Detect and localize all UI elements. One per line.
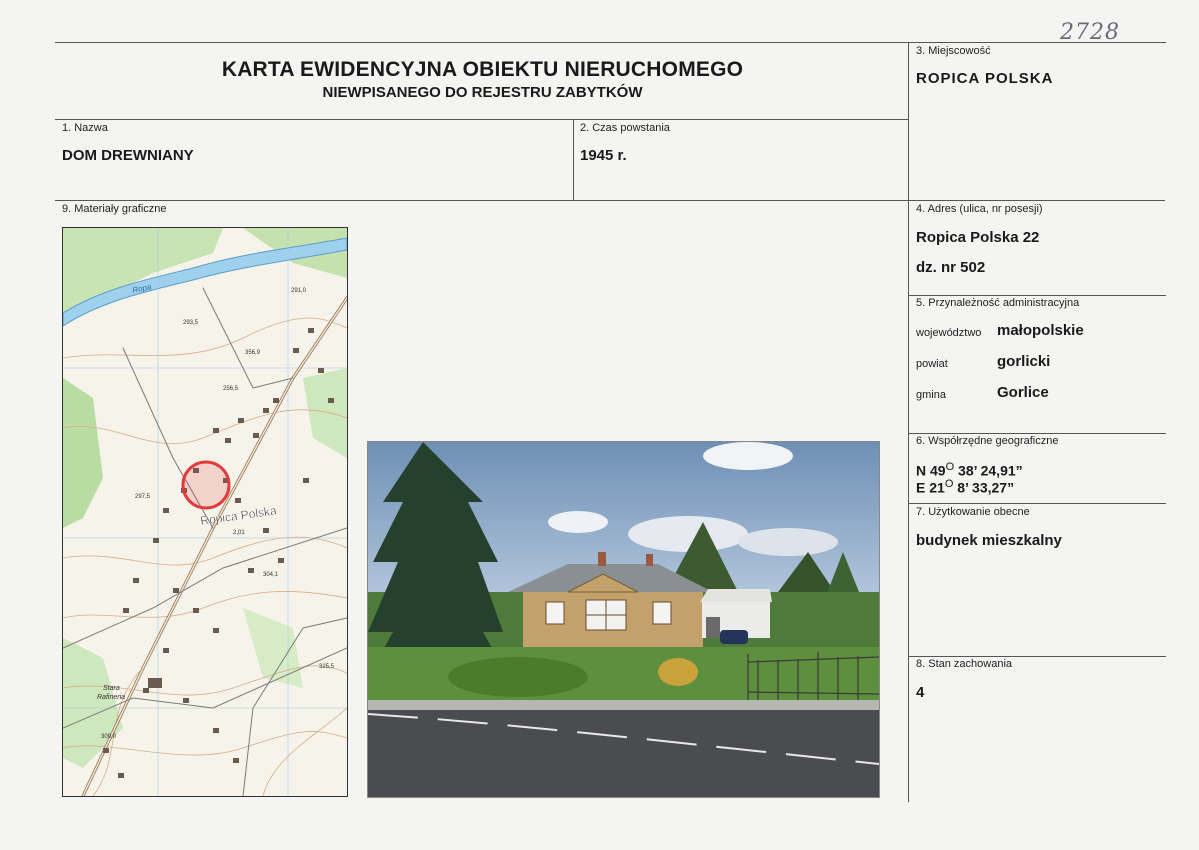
- frame-top-line: [55, 42, 908, 43]
- address-bottom-line: [908, 295, 1166, 296]
- coords-bottom-line: [908, 503, 1166, 504]
- frame-top-line-right: [908, 42, 1166, 43]
- commune-value: Gorlice: [997, 384, 1049, 401]
- card-title: KARTA EWIDENCYJNA OBIEKTU NIERUCHOMEGO: [221, 58, 744, 81]
- county-label: powiat: [916, 358, 948, 370]
- record-card: 2728 KARTA EWIDENCYJNA OBIEKTU NIERUCHOM…: [0, 0, 1199, 850]
- admin-bottom-line: [908, 433, 1166, 434]
- coords-north: N 49O 38’ 24,91”: [916, 461, 1023, 479]
- voivodeship-label: województwo: [916, 327, 982, 339]
- buildings: [103, 328, 334, 778]
- map-area-label-2: Rafineria: [97, 694, 125, 701]
- condition-value: 4: [916, 684, 925, 701]
- map-spot-height: 325,5: [319, 664, 335, 670]
- condition-label: 8. Stan zachowania: [916, 658, 1013, 670]
- address-line1: Ropica Polska 22: [916, 229, 1040, 246]
- usage-value: budynek mieszkalny: [916, 532, 1062, 549]
- name-value: DOM DREWNIANY: [62, 147, 194, 164]
- frame-right-divider: [908, 42, 909, 802]
- card-subtitle: NIEWPISANEGO DO REJESTRU ZABYTKÓW: [322, 84, 643, 101]
- map-area-label-1: Stara: [103, 685, 120, 692]
- date-label: 2. Czas powstania: [580, 122, 670, 134]
- section-line: [55, 200, 1165, 201]
- photo-drawing: [368, 442, 879, 797]
- forest-patch: [303, 368, 347, 458]
- coords-label: 6. Współrzędne geograficzne: [916, 435, 1059, 447]
- name-date-divider: [573, 119, 574, 200]
- map-spot-height: 356,9: [245, 350, 261, 356]
- address-line2: dz. nr 502: [916, 259, 986, 276]
- title-bottom-line: [55, 119, 908, 120]
- map-spot-height: 304,1: [263, 572, 279, 578]
- commune-label: gmina: [916, 389, 946, 401]
- usage-bottom-line: [908, 656, 1166, 657]
- map-drawing: Ropica Polska Ropa Stara Rafineria 291,0…: [63, 228, 347, 796]
- map-spot-height: 291,0: [291, 288, 307, 294]
- usage-label: 7. Użytkowanie obecne: [916, 506, 1030, 518]
- locality-value: ROPICA POLSKA: [916, 70, 1054, 87]
- address-label: 4. Adres (ulica, nr posesji): [916, 203, 1043, 215]
- topographic-map: Ropica Polska Ropa Stara Rafineria 291,0…: [62, 227, 348, 797]
- admin-label: 5. Przynależność administracyjna: [916, 297, 1080, 309]
- locality-label: 3. Miejscowość: [916, 45, 991, 57]
- forest-patch: [63, 378, 103, 528]
- house-photograph: [367, 441, 880, 798]
- coords-east: E 21O 8’ 33,27”: [916, 478, 1015, 496]
- graphics-label: 9. Materiały graficzne: [62, 203, 167, 215]
- county-value: gorlicki: [997, 353, 1051, 370]
- map-spot-height: 2,01: [233, 530, 245, 536]
- map-spot-height: 297,5: [135, 494, 151, 500]
- forest-patch: [63, 638, 123, 768]
- name-label: 1. Nazwa: [62, 122, 108, 134]
- date-value: 1945 r.: [580, 147, 627, 164]
- map-spot-height: 256,5: [223, 386, 239, 392]
- voivodeship-value: małopolskie: [997, 322, 1084, 339]
- map-spot-height: 309,0: [101, 734, 117, 740]
- map-spot-height: 293,5: [183, 320, 199, 326]
- location-marker: [181, 460, 231, 510]
